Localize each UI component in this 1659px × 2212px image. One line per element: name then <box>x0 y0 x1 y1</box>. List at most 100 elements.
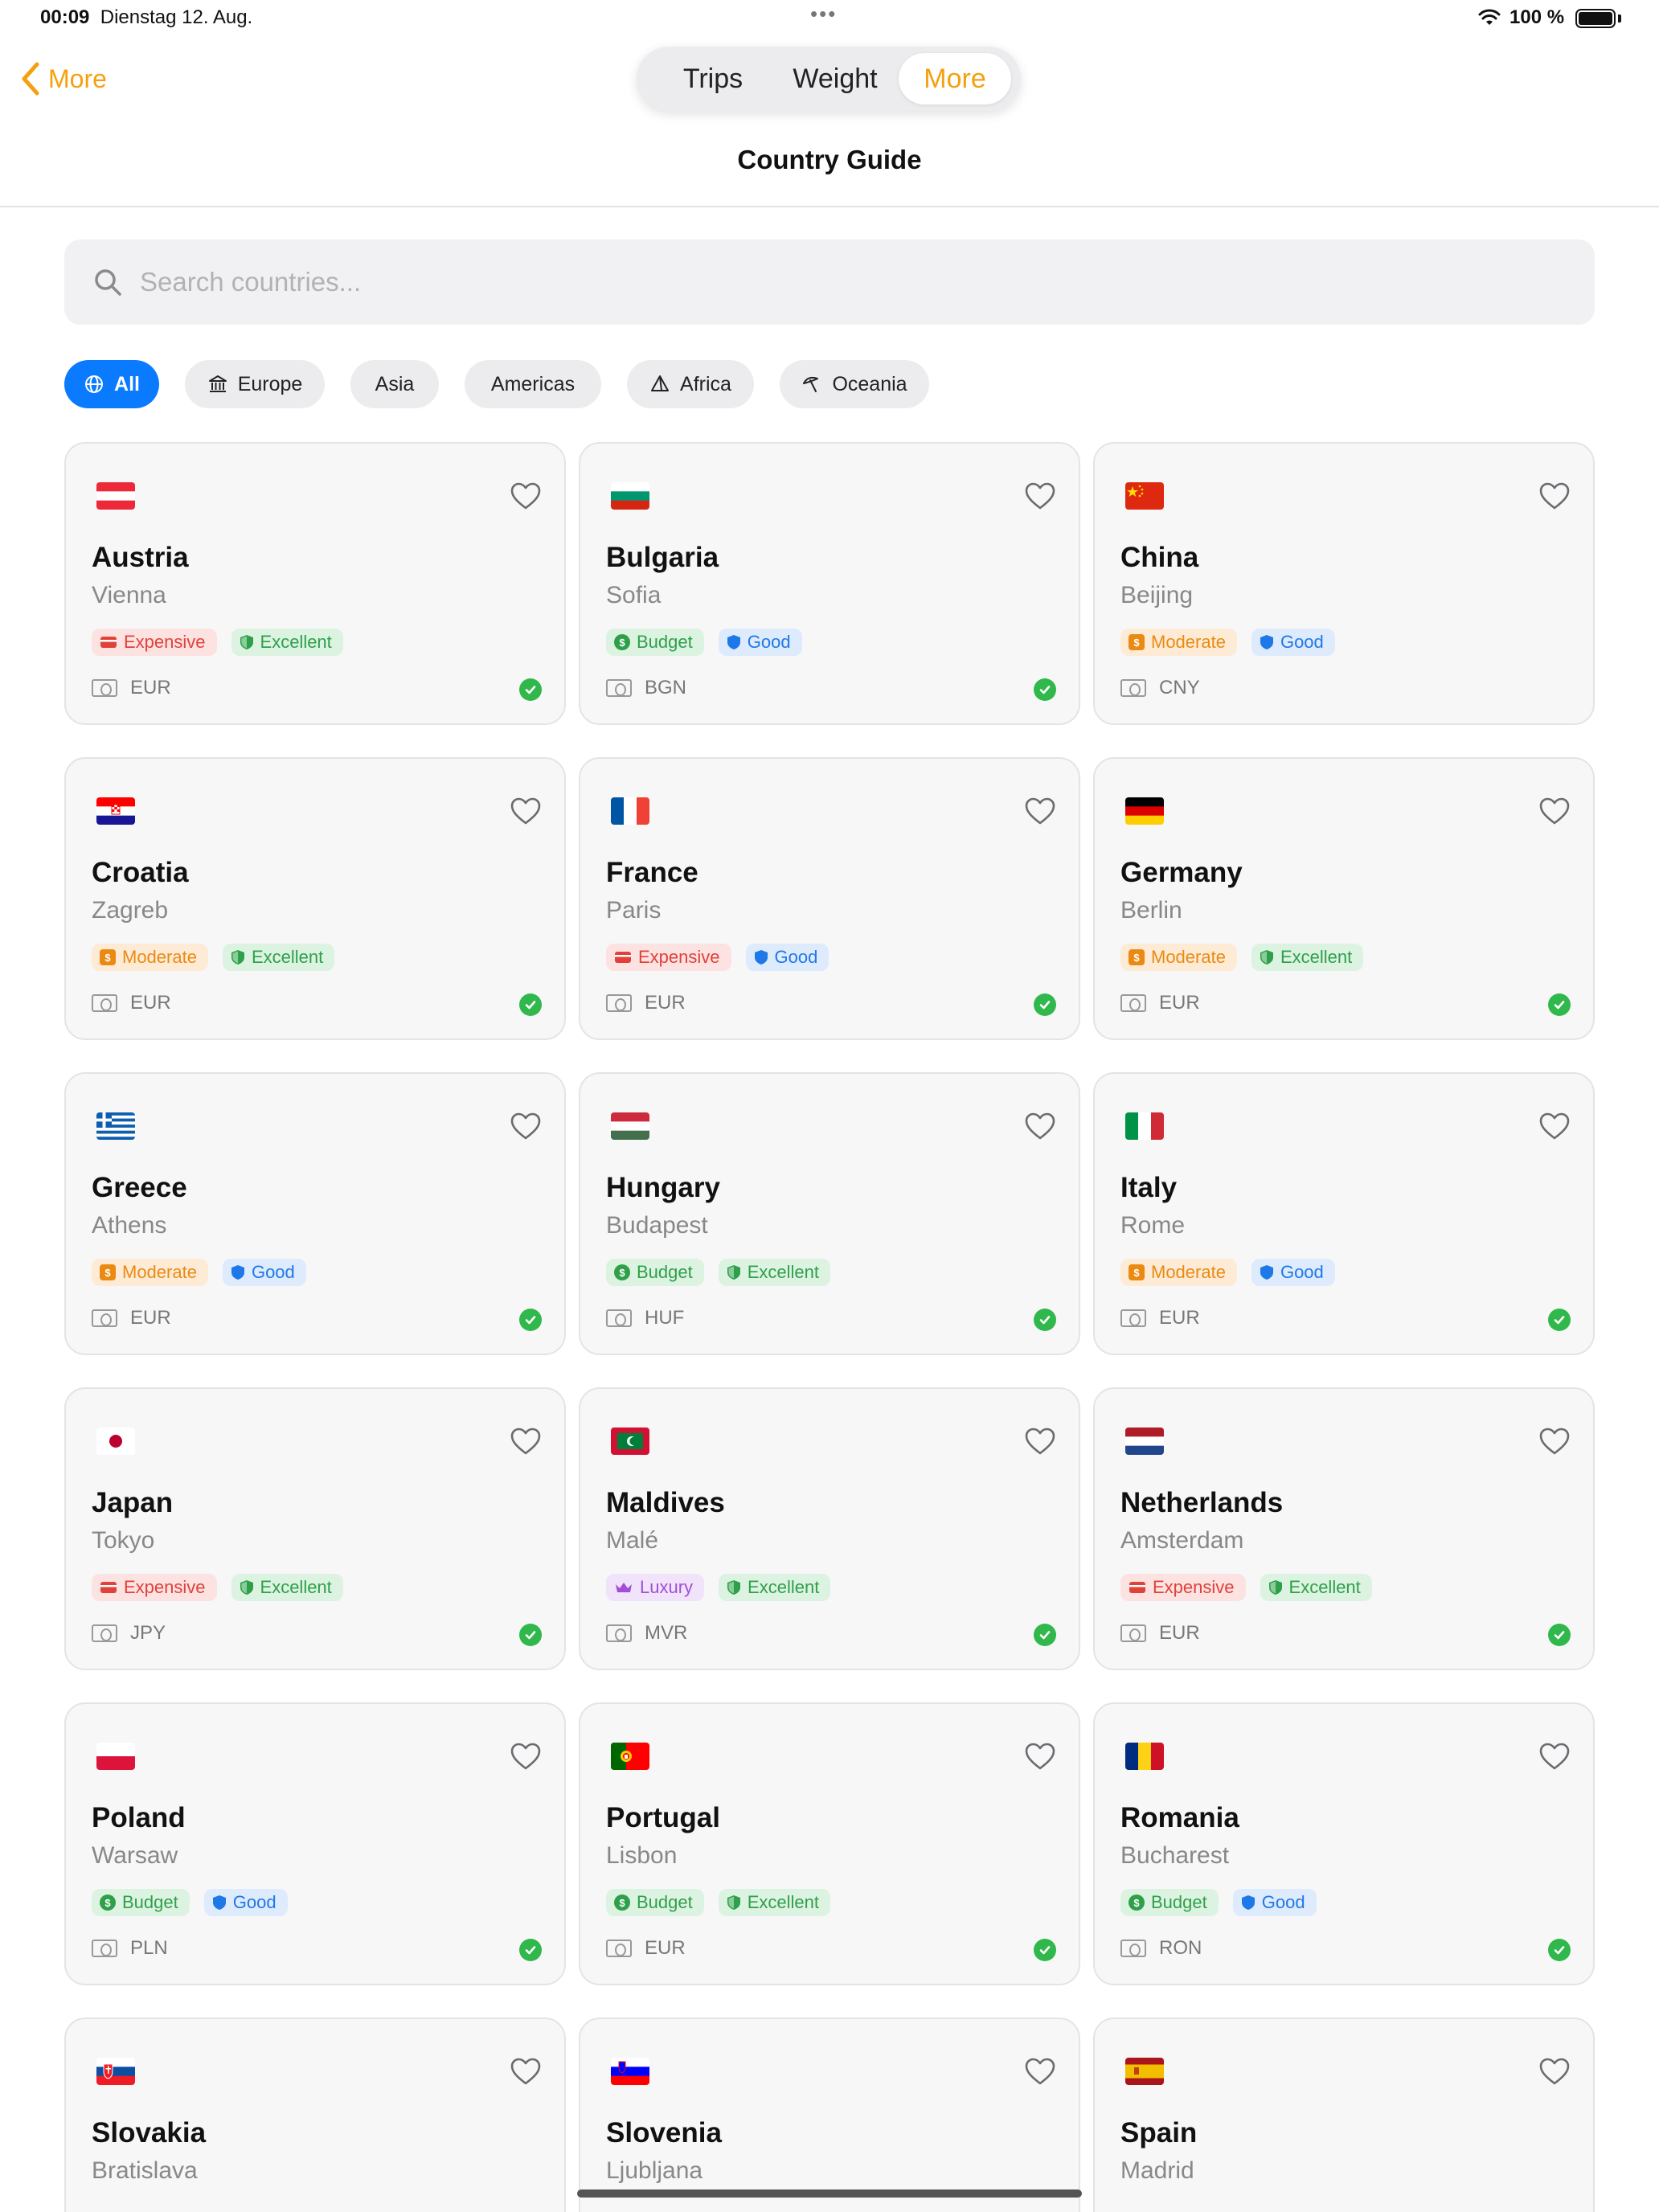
favorite-heart-icon[interactable] <box>1538 481 1571 513</box>
favorite-heart-icon[interactable] <box>1538 2056 1571 2088</box>
credit-card-icon <box>1129 1580 1146 1595</box>
cost-badge: $ Budget <box>1120 1889 1219 1916</box>
currency-row: EUR <box>1120 1307 1200 1329</box>
cost-badge-label: Moderate <box>122 947 197 967</box>
chevron-left-icon <box>22 62 39 96</box>
country-badges: $ Moderate Good <box>1120 1259 1335 1286</box>
safety-badge-label: Good <box>747 632 791 652</box>
favorite-heart-icon[interactable] <box>510 1741 542 1773</box>
country-card-china[interactable]: China Beijing $ Moderate Good CNY <box>1093 442 1595 725</box>
country-card-japan[interactable]: Japan Tokyo Expensive Excellent JPY <box>64 1387 566 1670</box>
favorite-heart-icon[interactable] <box>1024 2056 1056 2088</box>
safety-badge-label: Good <box>232 1892 276 1912</box>
segment-trips[interactable]: Trips <box>661 53 765 104</box>
country-card-slovakia[interactable]: Slovakia Bratislava <box>64 2017 566 2212</box>
favorite-heart-icon[interactable] <box>510 796 542 828</box>
favorite-heart-icon[interactable] <box>1538 1111 1571 1143</box>
favorite-heart-icon[interactable] <box>510 481 542 513</box>
visited-checkmark-icon <box>1034 1624 1056 1646</box>
flag-maldives-icon <box>611 1428 649 1455</box>
favorite-heart-icon[interactable] <box>1024 1741 1056 1773</box>
filter-chip-label: Africa <box>680 372 731 395</box>
favorite-heart-icon[interactable] <box>1024 481 1056 513</box>
currency-code: EUR <box>645 1937 686 1959</box>
country-card-bulgaria[interactable]: Bulgaria Sofia $ Budget Good BGN <box>579 442 1080 725</box>
segment-more[interactable]: More <box>899 53 1011 104</box>
country-capital: Bratislava <box>92 2157 198 2184</box>
filter-chip-asia[interactable]: Asia <box>350 360 439 408</box>
country-capital: Paris <box>606 897 662 924</box>
home-indicator[interactable] <box>577 2189 1082 2198</box>
country-badges: $ Budget Good <box>92 1889 288 1916</box>
banknote-icon <box>1120 1309 1146 1327</box>
country-capital: Tokyo <box>92 1527 155 1554</box>
country-name: Japan <box>92 1487 174 1518</box>
banknote-icon <box>92 679 117 697</box>
country-capital: Warsaw <box>92 1842 178 1869</box>
cost-badge: Expensive <box>92 629 217 656</box>
segment-weight[interactable]: Weight <box>775 53 895 104</box>
safety-badge: Good <box>222 1259 306 1286</box>
country-card-germany[interactable]: Germany Berlin $ Moderate Excellent EUR <box>1093 757 1595 1040</box>
back-button[interactable]: More <box>19 58 107 100</box>
country-card-austria[interactable]: Austria Vienna Expensive Excellent EUR <box>64 442 566 725</box>
cost-badge-label: Budget <box>637 632 693 652</box>
filter-chip-oceania[interactable]: Oceania <box>780 360 929 408</box>
shield-icon <box>1241 1895 1256 1911</box>
cost-badge-label: Budget <box>122 1892 178 1912</box>
favorite-heart-icon[interactable] <box>1538 1741 1571 1773</box>
favorite-heart-icon[interactable] <box>510 1111 542 1143</box>
country-name: Spain <box>1120 2117 1198 2149</box>
filter-chip-africa[interactable]: Africa <box>627 360 754 408</box>
safety-badge-label: Excellent <box>747 1892 820 1912</box>
currency-row: EUR <box>606 1937 686 1960</box>
favorite-heart-icon[interactable] <box>510 1426 542 1458</box>
search-bar[interactable] <box>64 240 1595 325</box>
battery-icon <box>1575 9 1616 28</box>
favorite-heart-icon[interactable] <box>1538 796 1571 828</box>
favorite-heart-icon[interactable] <box>510 2056 542 2088</box>
flag-spain-icon <box>1125 2058 1164 2085</box>
country-card-croatia[interactable]: Croatia Zagreb $ Moderate Excellent EUR <box>64 757 566 1040</box>
filter-chip-label: All <box>114 372 140 395</box>
cost-badge-label: Expensive <box>638 947 720 967</box>
favorite-heart-icon[interactable] <box>1024 1111 1056 1143</box>
country-card-romania[interactable]: Romania Bucharest $ Budget Good RON <box>1093 1702 1595 1985</box>
country-card-france[interactable]: France Paris Expensive Good EUR <box>579 757 1080 1040</box>
cost-badge: $ Moderate <box>92 1259 208 1286</box>
country-card-slovenia[interactable]: Slovenia Ljubljana <box>579 2017 1080 2212</box>
cost-badge: Luxury <box>606 1574 705 1601</box>
country-name: Slovenia <box>606 2117 722 2149</box>
filter-chip-europe[interactable]: Europe <box>185 360 325 408</box>
shield-check-icon <box>727 1895 741 1911</box>
country-card-italy[interactable]: Italy Rome $ Moderate Good EUR <box>1093 1072 1595 1355</box>
country-name: Germany <box>1120 857 1243 888</box>
visited-checkmark-icon <box>1548 1624 1571 1646</box>
currency-row: HUF <box>606 1307 684 1329</box>
cost-badge-label: Budget <box>637 1892 693 1912</box>
banknote-icon <box>606 1624 632 1642</box>
safety-badge: Excellent <box>231 1574 343 1601</box>
country-card-maldives[interactable]: Maldives Malé Luxury Excellent MVR <box>579 1387 1080 1670</box>
safety-badge-label: Good <box>1261 1892 1305 1912</box>
favorite-heart-icon[interactable] <box>1024 1426 1056 1458</box>
country-card-spain[interactable]: Spain Madrid <box>1093 2017 1595 2212</box>
filter-chip-americas[interactable]: Americas <box>465 360 601 408</box>
safety-badge: Good <box>1251 1259 1335 1286</box>
credit-card-icon <box>614 950 632 965</box>
safety-badge: Excellent <box>1251 944 1364 971</box>
filter-chip-all[interactable]: All <box>64 360 159 408</box>
country-card-poland[interactable]: Poland Warsaw $ Budget Good PLN <box>64 1702 566 1985</box>
favorite-heart-icon[interactable] <box>1024 796 1056 828</box>
search-input[interactable] <box>140 267 1506 297</box>
flag-japan-icon <box>96 1428 135 1455</box>
country-card-hungary[interactable]: Hungary Budapest $ Budget Excellent HUF <box>579 1072 1080 1355</box>
multitasking-dots-icon[interactable]: ••• <box>810 2 837 27</box>
country-card-greece[interactable]: Greece Athens $ Moderate Good EUR <box>64 1072 566 1355</box>
visited-checkmark-icon <box>1034 1309 1056 1331</box>
favorite-heart-icon[interactable] <box>1538 1426 1571 1458</box>
country-name: Slovakia <box>92 2117 207 2149</box>
country-card-netherlands[interactable]: Netherlands Amsterdam Expensive Excellen… <box>1093 1387 1595 1670</box>
country-card-portugal[interactable]: Portugal Lisbon $ Budget Excellent EUR <box>579 1702 1080 1985</box>
safety-badge-label: Excellent <box>1288 1577 1361 1597</box>
